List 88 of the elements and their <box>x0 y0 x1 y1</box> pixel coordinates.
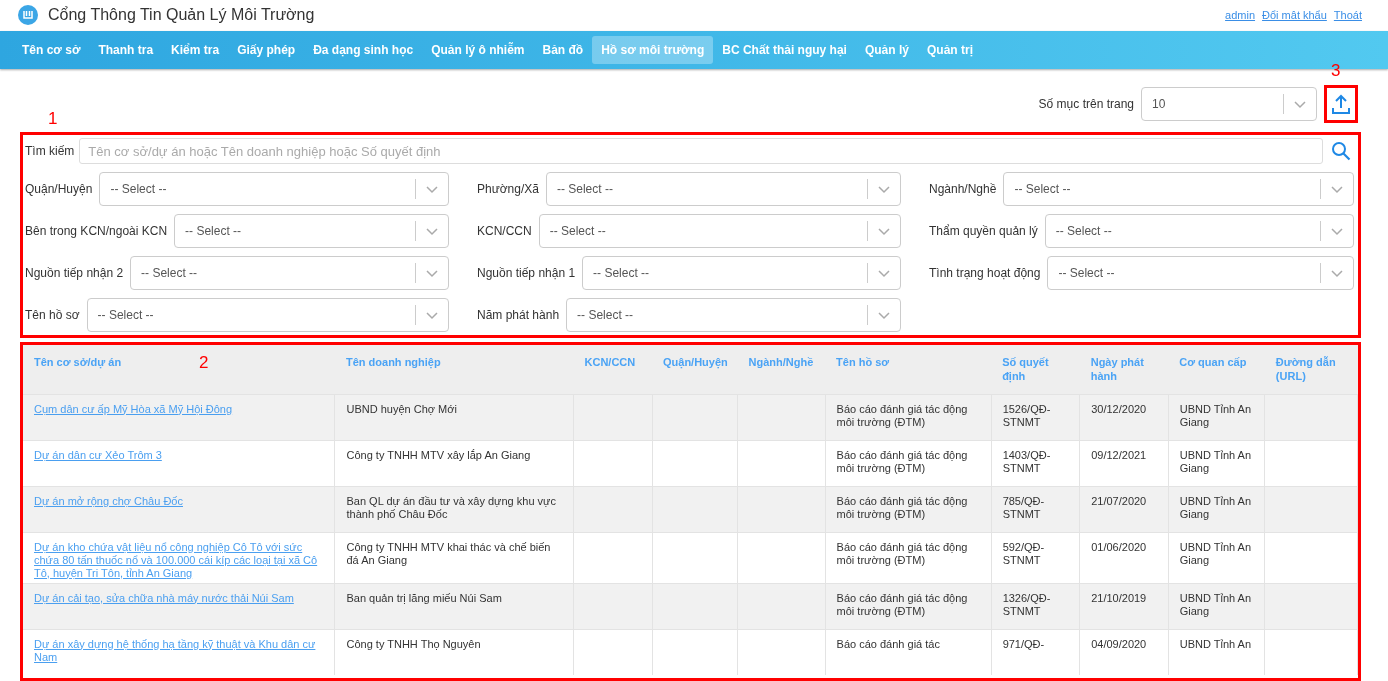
filter-label: Phường/Xã <box>477 182 539 196</box>
filter-label: Nguồn tiếp nhận 1 <box>477 266 576 280</box>
column-header[interactable]: KCN/CCN <box>573 345 652 394</box>
project-link[interactable]: Dự án xây dựng hệ thống hạ tầng kỹ thuật và Khu dân cư Nam <box>34 637 324 664</box>
filter-label: Nguồn tiếp nhận 2 <box>25 266 124 280</box>
table-cell: UBND Tỉnh An Giang <box>1179 494 1252 520</box>
table-cell: 04/09/2020 <box>1091 637 1147 650</box>
table-cell: 1403/QĐ-STNMT <box>1002 448 1051 474</box>
nav-tab[interactable]: Thanh tra <box>89 35 163 64</box>
filter-label: Tình trạng hoạt động <box>929 266 1041 280</box>
search-icon <box>1331 141 1351 161</box>
select-field[interactable]: -- Select -- <box>545 172 901 206</box>
select-field[interactable]: -- Select -- <box>130 256 449 290</box>
table-cell: Báo cáo đánh giá tác động môi trường (ĐTM) <box>836 540 968 566</box>
table-cell: 01/06/2020 <box>1091 540 1147 553</box>
header-link[interactable]: admin <box>1225 9 1256 22</box>
filter-label: KCN/CCN <box>477 224 532 238</box>
column-header[interactable]: Tên hồ sơ <box>825 345 992 394</box>
column-header[interactable]: Số quyết định <box>991 345 1080 394</box>
filter-label: Thẩm quyền quản lý <box>929 224 1038 238</box>
table-cell: Ban QL dự án đầu tư và xây dựng khu vực thành phố Châu Đốc <box>346 494 556 520</box>
filter-label: Quận/Huyện <box>25 182 93 196</box>
table-cell: 30/12/2020 <box>1091 402 1147 415</box>
upload-icon <box>1331 93 1351 115</box>
table-cell: UBND huyện Chợ Mới <box>346 402 457 415</box>
table-cell: Ban quản trị lăng miếu Núi Sam <box>346 591 502 604</box>
table-cell: 21/07/2020 <box>1091 494 1147 507</box>
table-cell: UBND Tỉnh An Giang <box>1179 402 1252 428</box>
filter-label: Ngành/Nghề <box>929 182 997 196</box>
select-field[interactable]: -- Select -- <box>86 298 449 332</box>
page-size-label: Số mục trên trang <box>1038 97 1134 111</box>
nav-tab[interactable]: Quản trị <box>917 35 982 64</box>
nav-tab[interactable]: Hồ sơ môi trường <box>592 35 714 64</box>
column-header[interactable]: Cơ quan cấp <box>1168 345 1265 394</box>
table-cell: 971/QĐ- <box>1002 637 1045 650</box>
nav-tab[interactable]: Tên cơ sở <box>13 35 90 64</box>
nav-tab[interactable]: BC Chất thải nguy hại <box>713 35 856 64</box>
table-cell: UBND Tỉnh An Giang <box>1179 448 1252 474</box>
header-link[interactable]: Đổi mật khẩu <box>1262 9 1327 22</box>
select-field[interactable]: -- Select -- <box>1047 256 1354 290</box>
select-field[interactable]: -- Select -- <box>1044 214 1354 248</box>
table-cell: Công ty TNHH Thọ Nguyên <box>346 637 481 650</box>
table-cell: 21/10/2019 <box>1091 591 1147 604</box>
logo-icon <box>18 5 38 26</box>
table-cell: 1526/QĐ-STNMT <box>1002 402 1051 428</box>
select-field[interactable]: -- Select -- <box>99 172 449 206</box>
nav-tab[interactable]: Kiểm tra <box>162 35 229 64</box>
table-cell: Công ty TNHH MTV xây lắp An Giang <box>346 448 531 461</box>
table-cell: 592/QĐ-STNMT <box>1002 540 1045 566</box>
table-cell: 1326/QĐ-STNMT <box>1002 591 1051 617</box>
table-cell: 785/QĐ-STNMT <box>1002 494 1045 520</box>
annotation-number: 1 <box>48 109 58 129</box>
column-header[interactable]: Quận/Huyện <box>652 345 738 394</box>
nav-tab[interactable]: Quản lý ô nhiễm <box>422 35 534 64</box>
table-cell: UBND Tỉnh An Giang <box>1179 591 1252 617</box>
table-cell: Báo cáo đánh giá tác động môi trường (ĐTM) <box>836 591 968 617</box>
nav-tab[interactable]: Bản đồ <box>533 35 593 64</box>
table-cell: UBND Tỉnh An <box>1179 637 1252 650</box>
column-header[interactable]: Ngành/Nghề <box>737 345 826 394</box>
app-title: Cổng Thông Tin Quản Lý Môi Trường <box>48 6 316 25</box>
column-header[interactable]: Đường dẫn (URL) <box>1264 345 1358 394</box>
column-header[interactable]: Tên doanh nghiệp <box>335 345 574 394</box>
select-field[interactable]: -- Select -- <box>538 214 901 248</box>
select-field[interactable]: -- Select -- <box>174 214 449 248</box>
filter-label: Năm phát hành <box>477 308 560 322</box>
filter-label: Bên trong KCN/ngoài KCN <box>25 224 168 238</box>
table-cell: UBND Tỉnh An Giang <box>1179 540 1252 566</box>
project-link[interactable]: Dự án dân cư Xẻo Trôm 3 <box>34 448 324 462</box>
header-link[interactable]: Thoát <box>1333 9 1362 22</box>
annotation-number: 2 <box>199 353 209 373</box>
nav-tab[interactable]: Giấy phép <box>228 35 305 64</box>
select-field[interactable]: -- Select -- <box>1003 172 1354 206</box>
table-cell: Công ty TNHH MTV khai thác và chế biến đá An Giang <box>346 540 551 566</box>
nav-tab[interactable]: Đa dạng sinh học <box>304 35 423 64</box>
table-cell: Báo cáo đánh giá tác <box>836 637 940 650</box>
project-link[interactable]: Dự án kho chứa vật liệu nổ công nghiệp Cô Tô với sức chứa 80 tấn thuốc nổ và 100.000 cái kíp các loại tại xã Cô Tô, huyện Tri Tôn, tỉnh An Giang <box>34 540 324 580</box>
search-label: Tìm kiếm <box>25 144 75 158</box>
table-cell: Báo cáo đánh giá tác động môi trường (ĐTM) <box>836 448 968 474</box>
search-field[interactable]: Tên cơ sở/dự án hoặc Tên doanh nghiệp hoặc Số quyết định <box>79 138 1323 164</box>
select-field[interactable]: 10 <box>1141 87 1317 121</box>
table-cell: Báo cáo đánh giá tác động môi trường (ĐTM) <box>836 402 968 428</box>
column-header[interactable]: Ngày phát hành <box>1079 345 1169 394</box>
table-cell: Báo cáo đánh giá tác động môi trường (ĐTM) <box>836 494 968 520</box>
select-field[interactable]: -- Select -- <box>566 298 901 332</box>
nav-tab[interactable]: Quản lý <box>855 35 918 64</box>
table-cell: 09/12/2021 <box>1091 448 1147 461</box>
select-field[interactable]: -- Select -- <box>582 256 901 290</box>
filter-label: Tên hồ sơ <box>25 308 80 322</box>
